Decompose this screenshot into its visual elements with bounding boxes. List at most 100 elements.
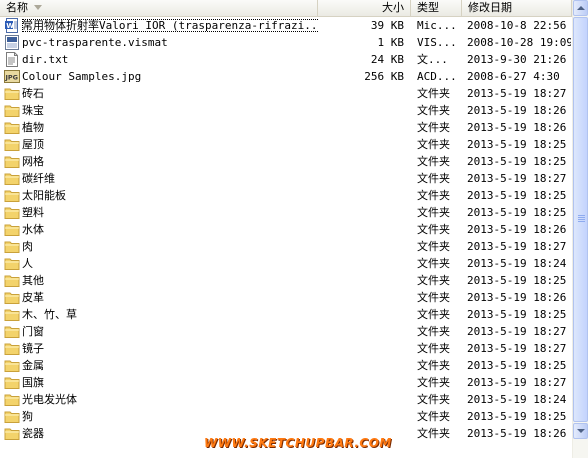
file-size: [318, 255, 404, 272]
file-type: 文件夹: [417, 187, 465, 204]
list-item[interactable]: 珠宝 文件夹 2013-5-19 18:26: [0, 102, 572, 119]
column-header-size[interactable]: 大小: [318, 0, 411, 16]
file-date-text: 2008-6-27 4:30: [467, 70, 560, 83]
list-item[interactable]: 木、竹、草 文件夹 2013-5-19 18:25: [0, 306, 572, 323]
file-date: 2013-9-30 21:26: [467, 51, 571, 68]
list-item[interactable]: 塑料 文件夹 2013-5-19 18:25: [0, 204, 572, 221]
list-item[interactable]: 水体 文件夹 2013-5-19 18:26: [0, 221, 572, 238]
file-type: 文...: [417, 51, 465, 68]
file-date: 2013-5-19 18:26: [467, 102, 571, 119]
file-name: 皮革: [22, 289, 318, 306]
file-name: 国旗: [22, 374, 318, 391]
file-type: 文件夹: [417, 221, 465, 238]
file-date: 2008-10-28 19:09: [467, 34, 571, 51]
file-size: [318, 153, 404, 170]
file-date-text: 2013-5-19 18:25: [467, 189, 567, 202]
file-name-text: 植物: [22, 121, 44, 134]
scroll-up-button[interactable]: [573, 0, 588, 16]
file-date-text: 2013-5-19 18:27: [467, 240, 567, 253]
column-header-bar: 名称 大小 类型 修改日期: [0, 0, 572, 17]
folder-icon: [4, 256, 20, 271]
file-date-text: 2013-5-19 18:25: [467, 155, 567, 168]
file-type: Mic...: [417, 17, 465, 34]
file-type: 文件夹: [417, 204, 465, 221]
list-item[interactable]: 皮革 文件夹 2013-5-19 18:26: [0, 289, 572, 306]
list-item[interactable]: 太阳能板 文件夹 2013-5-19 18:25: [0, 187, 572, 204]
file-name-text: 皮革: [22, 291, 44, 304]
list-item[interactable]: 肉 文件夹 2013-5-19 18:27: [0, 238, 572, 255]
list-item[interactable]: pvc-trasparente.vismat 1 KB VIS... 2008-10-…: [0, 34, 572, 51]
file-size: 39 KB: [318, 17, 404, 34]
file-name-text: Colour Samples.jpg: [22, 70, 142, 83]
file-date-text: 2013-5-19 18:27: [467, 342, 567, 355]
file-type-text: 文件夹: [417, 240, 450, 253]
file-type: 文件夹: [417, 102, 465, 119]
file-size: [318, 204, 404, 221]
file-size: [318, 187, 404, 204]
list-item[interactable]: 其他 文件夹 2013-5-19 18:25: [0, 272, 572, 289]
file-type-text: 文件夹: [417, 376, 450, 389]
file-name-text: 门窗: [22, 325, 44, 338]
file-type-text: 文件夹: [417, 393, 450, 406]
file-type-text: 文件夹: [417, 308, 450, 321]
column-header-name[interactable]: 名称: [0, 0, 318, 16]
list-item[interactable]: 人 文件夹 2013-5-19 18:24: [0, 255, 572, 272]
file-type-text: 文件夹: [417, 342, 450, 355]
file-date: 2013-5-19 18:25: [467, 136, 571, 153]
list-item[interactable]: 镜子 文件夹 2013-5-19 18:27: [0, 340, 572, 357]
list-item[interactable]: W 常用物体折射率Valori IOR (trasparenza-rifrazi.…: [0, 17, 572, 34]
column-header-date-label: 修改日期: [468, 1, 512, 14]
file-date: 2013-5-19 18:27: [467, 85, 571, 102]
file-size: 256 KB: [318, 68, 404, 85]
list-item[interactable]: 砖石 文件夹 2013-5-19 18:27: [0, 85, 572, 102]
file-size: [318, 289, 404, 306]
list-item[interactable]: 国旗 文件夹 2013-5-19 18:27: [0, 374, 572, 391]
file-date-text: 2013-5-19 18:27: [467, 172, 567, 185]
file-size: [318, 119, 404, 136]
file-size: [318, 85, 404, 102]
scroll-down-button[interactable]: [573, 423, 588, 439]
folder-icon: [4, 239, 20, 254]
file-name: 光电发光体: [22, 391, 318, 408]
list-item[interactable]: 网格 文件夹 2013-5-19 18:25: [0, 153, 572, 170]
file-name: 常用物体折射率Valori IOR (trasparenza-rifrazi..…: [22, 17, 318, 34]
list-item[interactable]: 碳纤维 文件夹 2013-5-19 18:27: [0, 170, 572, 187]
file-type-text: 文件夹: [417, 325, 450, 338]
list-item[interactable]: 金属 文件夹 2013-5-19 18:25: [0, 357, 572, 374]
file-name-text: 屋顶: [22, 138, 44, 151]
file-type: 文件夹: [417, 289, 465, 306]
file-name: 镜子: [22, 340, 318, 357]
list-item[interactable]: 光电发光体 文件夹 2013-5-19 18:24: [0, 391, 572, 408]
file-type-text: 文件夹: [417, 206, 450, 219]
file-type-text: 文件夹: [417, 138, 450, 151]
file-name: 其他: [22, 272, 318, 289]
list-item[interactable]: dir.txt 24 KB 文... 2013-9-30 21:26: [0, 51, 572, 68]
folder-icon: [4, 358, 20, 373]
column-header-date[interactable]: 修改日期: [462, 0, 572, 16]
file-size-text: 24 KB: [370, 53, 404, 66]
folder-icon: [4, 86, 20, 101]
list-item[interactable]: 屋顶 文件夹 2013-5-19 18:25: [0, 136, 572, 153]
file-date-text: 2013-5-19 18:27: [467, 325, 567, 338]
file-date-text: 2013-5-19 18:26: [467, 104, 567, 117]
file-date: 2013-5-19 18:25: [467, 408, 571, 425]
list-item[interactable]: 门窗 文件夹 2013-5-19 18:27: [0, 323, 572, 340]
file-name: 网格: [22, 153, 318, 170]
file-type-text: 文件夹: [417, 172, 450, 185]
list-item[interactable]: 狗 文件夹 2013-5-19 18:25: [0, 408, 572, 425]
vertical-scrollbar[interactable]: [572, 0, 588, 458]
column-header-type[interactable]: 类型: [411, 0, 462, 16]
file-date-text: 2013-5-19 18:25: [467, 308, 567, 321]
text-file-icon: [4, 52, 20, 67]
list-item[interactable]: JPG Colour Samples.jpg 256 KB ACD... 2008-6-…: [0, 68, 572, 85]
svg-text:W: W: [6, 22, 14, 30]
list-item[interactable]: 植物 文件夹 2013-5-19 18:26: [0, 119, 572, 136]
file-type: 文件夹: [417, 391, 465, 408]
file-name: 狗: [22, 408, 318, 425]
folder-icon: [4, 205, 20, 220]
file-name-text: 塑料: [22, 206, 44, 219]
scrollbar-thumb[interactable]: [573, 17, 588, 422]
file-date: 2013-5-19 18:25: [467, 187, 571, 204]
file-type-text: 文件夹: [417, 427, 450, 440]
file-date: 2008-10-8 22:56: [467, 17, 571, 34]
